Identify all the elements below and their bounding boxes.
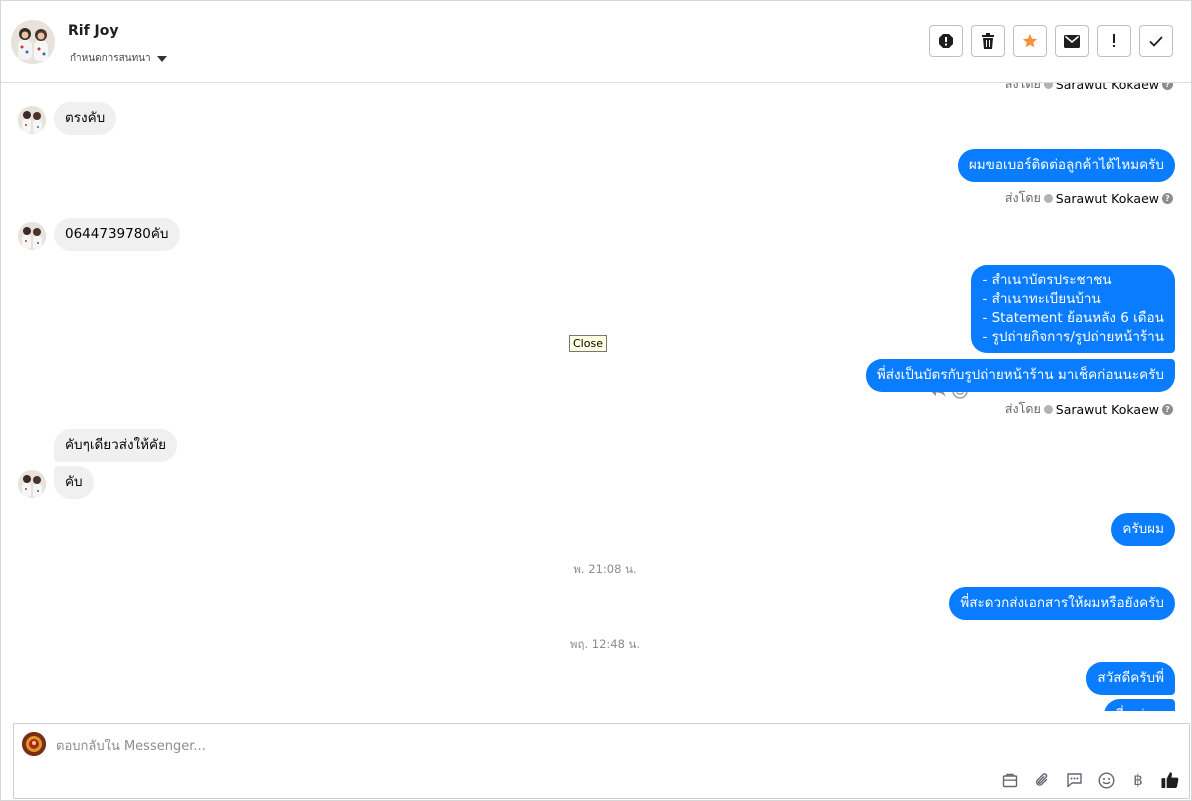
timestamp-divider: พฤ. 12:48 น. bbox=[569, 637, 641, 651]
assign-label: กำหนดการสนทนา bbox=[70, 53, 151, 64]
message-thread[interactable]: ส่งโดย Sarawut Kokaew ? ตรงคับ ผมขอเบอร์… bbox=[1, 83, 1191, 711]
assign-conversation-dropdown[interactable]: กำหนดการสนทนา bbox=[70, 51, 167, 66]
message-bubble-incoming[interactable]: ตรงคับ bbox=[54, 102, 117, 135]
chevron-down-icon bbox=[156, 55, 167, 62]
quick-reply-icon[interactable] bbox=[1065, 771, 1083, 789]
payment-icon[interactable]: ฿ bbox=[1129, 771, 1147, 789]
inbox-conversation-panel: Rif Joy กำหนดการสนทนา ส่งโดย Sarawut Kok… bbox=[0, 0, 1192, 801]
contact-name[interactable]: Rif Joy bbox=[68, 23, 119, 39]
message-line: - สำเนาทะเบียนบ้าน bbox=[982, 291, 1101, 307]
alert-circle-icon bbox=[939, 34, 953, 48]
message-bubble-outgoing[interactable]: พี่ส่งเป็นบัตรกับรูปถ่ายหน้าร้าน มาเช็คก… bbox=[865, 359, 1175, 392]
reply-composer: ฿ bbox=[13, 723, 1190, 799]
message-line: - รูปถ่ายกิจการ/รูปถ่ายหน้าร้าน bbox=[982, 329, 1164, 345]
attach-file-icon[interactable] bbox=[1033, 771, 1051, 789]
reply-input[interactable] bbox=[56, 739, 956, 754]
envelope-icon bbox=[1064, 34, 1080, 48]
help-icon[interactable]: ? bbox=[1162, 83, 1173, 90]
message-bubble-outgoing-list[interactable]: - สำเนาบัตรประชาชน - สำเนาทะเบียนบ้าน - … bbox=[971, 265, 1175, 353]
trash-icon bbox=[982, 33, 994, 49]
conversation-header: Rif Joy กำหนดการสนทนา bbox=[1, 1, 1191, 83]
message-bubble-outgoing[interactable]: ผมขอเบอร์ติดต่อลูกค้าได้ไหมครับ bbox=[957, 149, 1175, 182]
sent-by-meta: ส่งโดย Sarawut Kokaew ? bbox=[1005, 188, 1173, 208]
page-avatar bbox=[22, 732, 46, 756]
checkmark-icon bbox=[1149, 35, 1163, 47]
message-bubble-incoming[interactable]: 0644739780คับ bbox=[54, 218, 180, 251]
message-bubble-outgoing[interactable]: พี่สะดวกส่งเอกสารให้ผมหรือยังครับ bbox=[949, 587, 1175, 620]
message-bubble-outgoing[interactable]: ครับผม bbox=[1111, 513, 1175, 546]
conversation-actions bbox=[929, 25, 1173, 57]
sent-check-icon bbox=[1043, 83, 1053, 89]
help-icon[interactable]: ? bbox=[1162, 403, 1173, 415]
mark-done-button[interactable] bbox=[1139, 25, 1173, 57]
emoji-icon[interactable] bbox=[1097, 771, 1115, 789]
contact-avatar-small bbox=[18, 106, 46, 134]
sent-by-meta: ส่งโดย Sarawut Kokaew ? bbox=[1005, 399, 1173, 419]
mark-spam-button[interactable] bbox=[929, 25, 963, 57]
timestamp-divider: พ. 21:08 น. bbox=[573, 562, 637, 576]
contact-avatar-small bbox=[18, 222, 46, 250]
message-bubble-incoming[interactable]: คับๆเดียวส่งให้คัย bbox=[54, 429, 177, 462]
close-tooltip: Close bbox=[569, 335, 607, 352]
help-icon[interactable]: ? bbox=[1162, 192, 1173, 204]
message-line: - สำเนาบัตรประชาชน bbox=[982, 272, 1112, 288]
sent-check-icon bbox=[1043, 193, 1053, 203]
sent-by-meta: ส่งโดย Sarawut Kokaew ? bbox=[1005, 83, 1173, 94]
exclamation-icon bbox=[1113, 34, 1115, 47]
composer-tools: ฿ bbox=[1001, 771, 1179, 789]
sent-check-icon bbox=[1043, 404, 1053, 414]
follow-up-button[interactable] bbox=[1097, 25, 1131, 57]
saved-replies-icon[interactable] bbox=[1001, 771, 1019, 789]
contact-avatar-small bbox=[18, 470, 46, 498]
star-button[interactable] bbox=[1013, 25, 1047, 57]
star-icon bbox=[1022, 34, 1038, 48]
message-bubble-outgoing[interactable]: พี่ส.ส่ง... bbox=[1103, 699, 1175, 711]
message-bubble-outgoing[interactable]: สวัสดีครับพี่ bbox=[1086, 662, 1175, 695]
message-line: - Statement ย้อนหลัง 6 เดือน bbox=[982, 310, 1164, 326]
like-thumb-icon[interactable] bbox=[1161, 771, 1179, 789]
contact-avatar[interactable] bbox=[11, 20, 55, 64]
message-bubble-incoming[interactable]: คับ bbox=[54, 466, 94, 499]
delete-button[interactable] bbox=[971, 25, 1005, 57]
mark-unread-button[interactable] bbox=[1055, 25, 1089, 57]
